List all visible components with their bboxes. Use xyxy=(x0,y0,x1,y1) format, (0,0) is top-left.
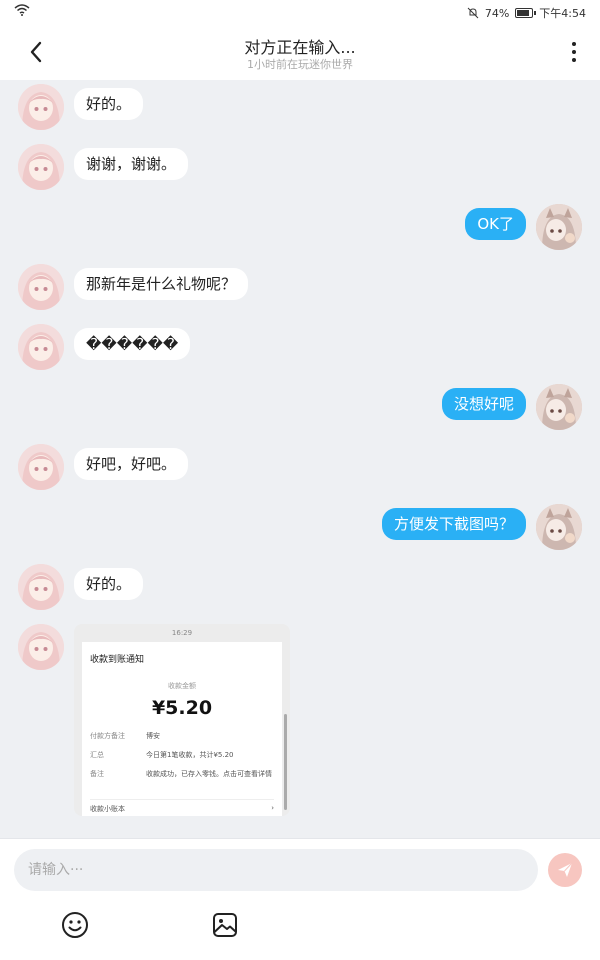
detail-value: 今日第1笔收款，共计¥5.20 xyxy=(146,751,234,759)
detail-value: 收款成功，已存入零钱。点击可查看详情 xyxy=(146,770,272,778)
mute-bell-icon xyxy=(467,7,479,19)
detail-key: 备注 xyxy=(90,770,104,778)
message-bubble[interactable]: OK了 xyxy=(465,208,526,240)
message-row: 没想好呢 xyxy=(0,384,600,434)
amount-label: 收款金额 xyxy=(168,682,196,690)
screenshot-time: 16:29 xyxy=(171,629,193,637)
screenshot-image[interactable]: 16:29 收款到账通知 收款金额 ¥5.20 付款方备注 博安 汇总 今日第1… xyxy=(74,624,290,816)
avatar[interactable] xyxy=(18,624,64,670)
chevron-right-icon: › xyxy=(271,804,274,812)
girl-avatar-image xyxy=(18,144,64,190)
message-bubble[interactable]: 那新年是什么礼物呢？ xyxy=(74,268,249,300)
payment-detail-row: 汇总 今日第1笔收款，共计¥5.20 xyxy=(90,750,274,761)
girl-avatar-image xyxy=(18,84,64,130)
message-row: 好吧，好吧。 xyxy=(0,444,600,494)
image-button[interactable] xyxy=(209,909,241,941)
message-row: ������ xyxy=(0,324,600,374)
payment-detail-row: 备注 收款成功，已存入零钱。点击可查看详情 xyxy=(90,769,274,780)
more-vertical-icon xyxy=(572,42,576,46)
detail-value: 博安 xyxy=(146,732,160,740)
avatar[interactable] xyxy=(536,504,582,550)
battery-percent: 74% xyxy=(484,6,510,20)
message-bubble[interactable]: ������ xyxy=(74,328,191,360)
ledger-link: 收款小账本 › xyxy=(90,799,274,814)
amount-value: ¥5.20 xyxy=(151,697,213,719)
more-options-button[interactable] xyxy=(562,38,586,66)
message-bubble[interactable]: 好吧，好吧。 xyxy=(74,448,189,480)
clock: 下午4:54 xyxy=(539,7,586,20)
avatar[interactable] xyxy=(18,144,64,190)
payment-detail-row: 付款方备注 博安 xyxy=(90,731,274,742)
message-bubble[interactable]: 好的。 xyxy=(74,568,144,600)
avatar[interactable] xyxy=(18,84,64,130)
message-row: 好的。 xyxy=(0,564,600,614)
payment-heading: 收款到账通知 xyxy=(90,655,145,665)
chat-title: 对方正在输入... xyxy=(244,38,356,57)
avatar[interactable] xyxy=(18,324,64,370)
avatar[interactable] xyxy=(18,444,64,490)
ledger-label: 收款小账本 xyxy=(90,805,125,813)
girl-avatar-image xyxy=(18,564,64,610)
avatar[interactable] xyxy=(536,384,582,430)
avatar[interactable] xyxy=(536,204,582,250)
girl-avatar-image xyxy=(18,264,64,310)
composer xyxy=(0,838,600,960)
message-bubble[interactable]: 好的。 xyxy=(74,88,144,120)
image-message-row: 16:29 收款到账通知 收款金额 ¥5.20 付款方备注 博安 汇总 今日第1… xyxy=(0,624,600,824)
message-input[interactable] xyxy=(14,849,538,891)
message-bubble[interactable]: 谢谢，谢谢。 xyxy=(74,148,189,180)
message-list[interactable]: 好的。 谢谢，谢谢。 OK了 那新年是什么礼物呢？ ������ 没想好呢 好吧… xyxy=(0,80,600,838)
smiley-icon xyxy=(62,912,88,938)
message-bubble[interactable]: 没想好呢 xyxy=(441,388,526,420)
avatar[interactable] xyxy=(18,564,64,610)
screenshot-scrollbar xyxy=(284,714,287,810)
avatar[interactable] xyxy=(18,264,64,310)
girl-avatar-image xyxy=(18,444,64,490)
payment-notice: 收款到账通知 收款金额 ¥5.20 付款方备注 博安 汇总 今日第1笔收款，共计… xyxy=(82,642,282,816)
message-row: OK了 xyxy=(0,204,600,254)
cat-avatar-image xyxy=(536,204,582,250)
chat-header: 对方正在输入... 1小时前在玩迷你世界 xyxy=(0,24,600,80)
message-row: 那新年是什么礼物呢？ xyxy=(0,264,600,314)
paper-plane-icon xyxy=(558,862,573,877)
battery-icon xyxy=(515,8,537,18)
emoji-button[interactable] xyxy=(59,909,91,941)
girl-avatar-image xyxy=(18,324,64,370)
image-icon xyxy=(213,913,237,937)
message-row: 好的。 xyxy=(0,84,600,134)
girl-avatar-image xyxy=(18,624,64,670)
send-button[interactable] xyxy=(548,853,582,887)
detail-key: 汇总 xyxy=(90,751,104,759)
cat-avatar-image xyxy=(536,504,582,550)
wifi-icon xyxy=(14,4,30,16)
detail-key: 付款方备注 xyxy=(90,732,125,740)
status-bar: 74% 下午4:54 xyxy=(0,0,600,24)
cat-avatar-image xyxy=(536,384,582,430)
chat-subtitle: 1小时前在玩迷你世界 xyxy=(247,58,353,71)
message-row: 方便发下截图吗？ xyxy=(0,504,600,554)
message-bubble[interactable]: 方便发下截图吗？ xyxy=(381,508,526,540)
message-row: 谢谢，谢谢。 xyxy=(0,144,600,194)
